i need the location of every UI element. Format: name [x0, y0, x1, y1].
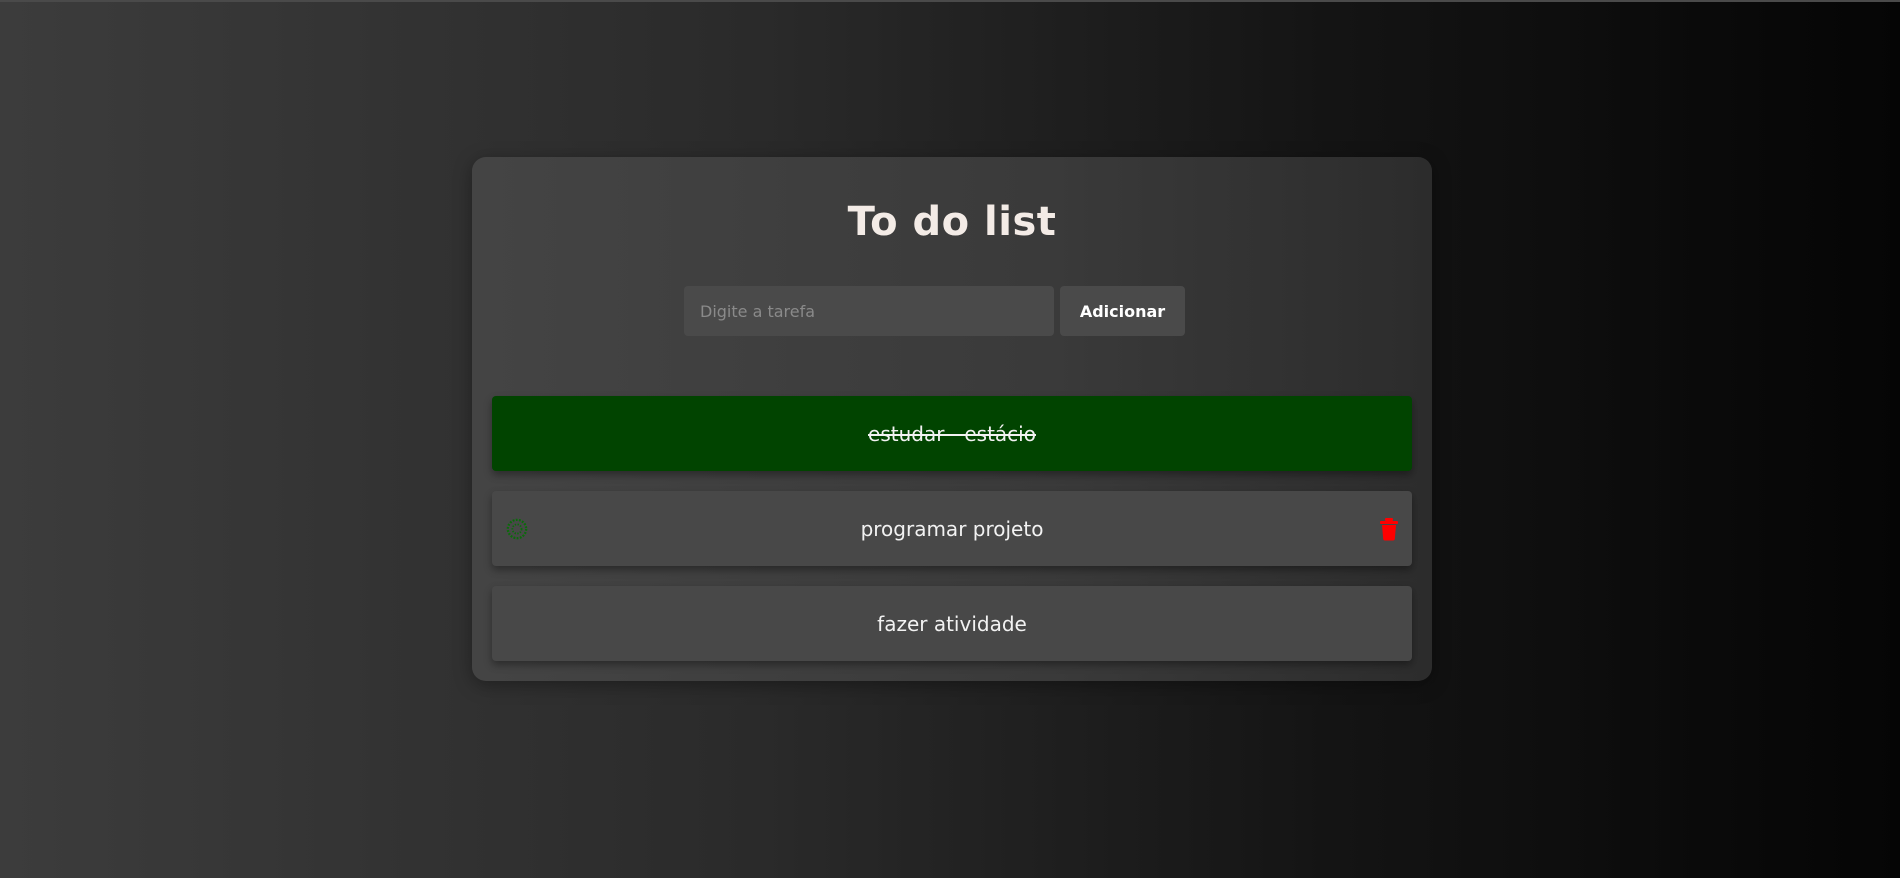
- page-title: To do list: [847, 199, 1057, 245]
- todo-card: To do list Adicionar estudar - estácio p…: [472, 157, 1432, 681]
- task-item[interactable]: fazer atividade: [492, 586, 1412, 661]
- top-border: [0, 0, 1900, 2]
- task-item[interactable]: estudar - estácio: [492, 396, 1412, 471]
- check-circle-icon[interactable]: [506, 518, 528, 540]
- task-item[interactable]: programar projeto: [492, 491, 1412, 566]
- task-form: Adicionar: [684, 286, 1185, 336]
- task-text: estudar - estácio: [868, 421, 1036, 446]
- task-list: estudar - estácio programar projeto faze…: [492, 396, 1412, 681]
- task-text: programar projeto: [860, 516, 1044, 541]
- task-text: fazer atividade: [877, 611, 1027, 636]
- add-task-button[interactable]: Adicionar: [1060, 286, 1185, 336]
- trash-icon[interactable]: [1378, 517, 1400, 541]
- task-input[interactable]: [684, 286, 1054, 336]
